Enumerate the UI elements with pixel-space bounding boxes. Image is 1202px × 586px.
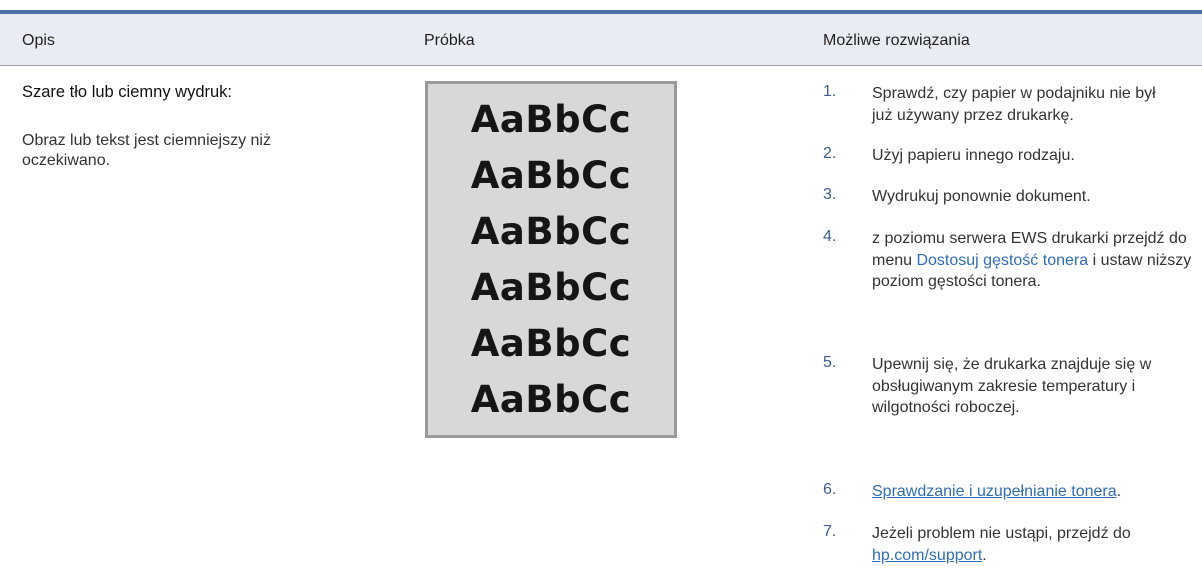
print-sample-image: AaBbCc AaBbCc AaBbCc AaBbCc AaBbCc AaBbC…	[425, 81, 677, 438]
sample-text-line: AaBbCc	[470, 154, 632, 197]
column-header-solutions: Możliwe rozwiązania	[823, 32, 970, 49]
solution-number: 1.	[823, 83, 837, 100]
table-header	[0, 14, 1202, 65]
solution-text: Jeżeli problem nie ustąpi, przejdź do hp…	[872, 523, 1200, 566]
solution-text-part: .	[1116, 483, 1122, 500]
solution-number: 6.	[823, 481, 837, 498]
sample-text-line: AaBbCc	[470, 378, 632, 421]
sample-text-line: AaBbCc	[470, 322, 632, 365]
issue-title: Szare tło lub ciemny wydruk:	[22, 83, 232, 101]
solution-text: Wydrukuj ponownie dokument.	[872, 188, 1091, 205]
solution-text: Sprawdź, czy papier w podajniku nie był …	[872, 85, 1156, 124]
column-header-description: Opis	[22, 32, 55, 49]
solution-number: 5.	[823, 354, 837, 371]
solution-number: 7.	[823, 523, 837, 540]
solution-number: 3.	[823, 186, 837, 203]
solution-text-part: .	[982, 546, 987, 564]
sample-text-line: AaBbCc	[470, 266, 632, 309]
solution-number: 4.	[823, 228, 837, 245]
sample-text-line: AaBbCc	[470, 98, 632, 141]
solution-text: Sprawdzanie i uzupełnianie tonera.	[872, 481, 1200, 503]
solution-text: Użyj papieru innego rodzaju.	[872, 147, 1075, 164]
adjust-toner-density-link[interactable]: Dostosuj gęstość tonera	[916, 252, 1088, 269]
solution-number: 2.	[823, 145, 837, 162]
hp-support-link[interactable]: hp.com/support	[872, 547, 982, 564]
solution-text: z poziomu serwera EWS drukarki przejdź d…	[872, 228, 1200, 293]
sample-text-line: AaBbCc	[470, 210, 632, 253]
column-header-sample: Próbka	[424, 32, 475, 49]
header-divider	[0, 65, 1202, 66]
solution-text: Upewnij się, że drukarka znajduje się w …	[872, 356, 1152, 416]
check-toner-link[interactable]: Sprawdzanie i uzupełnianie tonera	[872, 483, 1117, 500]
solution-text-part: Jeżeli problem nie ustąpi, przejdź do	[872, 525, 1131, 542]
issue-description: Obraz lub tekst jest ciemniejszy niż ocz…	[22, 132, 271, 169]
